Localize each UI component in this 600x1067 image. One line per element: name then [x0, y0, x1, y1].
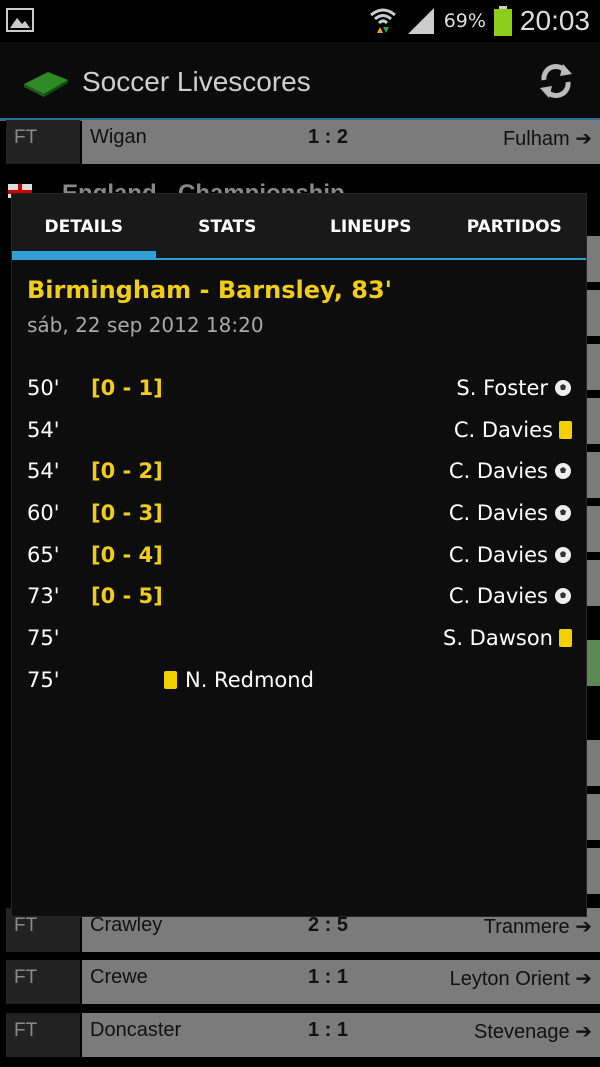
match-date: sáb, 22 sep 2012 18:20	[27, 313, 264, 337]
away-team: Fulham ➔	[502, 128, 592, 150]
event-row: 75' S. Dawson	[27, 626, 572, 660]
away-team: Leyton Orient ➔	[449, 968, 592, 990]
row-edge	[586, 344, 600, 390]
match-score: 1 : 1	[308, 1019, 349, 1041]
event-row: 50' [0 - 1] S. Foster	[27, 376, 572, 410]
event-minute: 65'	[27, 543, 60, 567]
row-edge	[586, 794, 600, 840]
event-row: 75' N. Redmond	[27, 668, 572, 702]
row-edge	[586, 398, 600, 444]
event-row: 65' [0 - 4] C. Davies	[27, 543, 572, 577]
match-row[interactable]: FT Doncaster 1 : 1 Stevenage ➔	[0, 1013, 600, 1057]
match-score: 2 : 5	[308, 914, 349, 936]
app-title: Soccer Livescores	[82, 66, 311, 97]
event-score: [0 - 1]	[91, 376, 163, 400]
goal-icon	[555, 588, 571, 604]
match-row[interactable]: FT Crewe 1 : 1 Leyton Orient ➔	[0, 960, 600, 1004]
away-team: Tranmere ➔	[483, 916, 592, 938]
clock: 20:03	[519, 5, 590, 36]
event-row: 54' [0 - 2] C. Davies	[27, 459, 572, 493]
event-score: [0 - 2]	[91, 459, 163, 483]
event-player: C. Davies	[448, 459, 548, 483]
soccer-field-icon	[24, 72, 68, 97]
battery-icon	[493, 6, 512, 36]
tab-divider	[12, 258, 586, 260]
goal-icon	[555, 547, 571, 563]
event-score: [0 - 3]	[91, 501, 163, 525]
signal-icon	[407, 8, 434, 34]
event-player: N. Redmond	[185, 668, 314, 692]
event-minute: 60'	[27, 501, 60, 525]
goal-icon	[555, 505, 571, 521]
home-team: Crawley	[90, 914, 163, 936]
event-player: C. Davies	[448, 501, 548, 525]
event-minute: 75'	[27, 668, 60, 692]
action-bar: Soccer Livescores	[0, 42, 600, 118]
arrow-right-icon: ➔	[575, 1021, 592, 1043]
event-player: C. Davies	[448, 543, 548, 567]
tab-lineups[interactable]: LINEUPS	[299, 194, 443, 258]
yellow-card-icon	[559, 421, 572, 439]
event-player: S. Dawson	[443, 626, 553, 650]
event-score: [0 - 4]	[91, 543, 163, 567]
event-player: C. Davies	[453, 418, 553, 442]
event-minute: 54'	[27, 418, 60, 442]
goal-icon	[555, 380, 571, 396]
match-title: Birmingham - Barnsley, 83'	[27, 276, 393, 304]
match-status: FT	[6, 120, 80, 164]
event-row: 54' C. Davies	[27, 418, 572, 452]
event-minute: 75'	[27, 626, 60, 650]
event-score: [0 - 5]	[91, 584, 163, 608]
match-details-dialog: DETAILS STATS LINEUPS PARTIDOS Birmingha…	[12, 194, 586, 916]
arrow-right-icon: ➔	[575, 968, 592, 990]
event-player: S. Foster	[456, 376, 548, 400]
tab-details[interactable]: DETAILS	[12, 194, 156, 258]
away-team: Stevenage ➔	[474, 1021, 592, 1043]
match-row[interactable]: FT Wigan 1 : 2 Fulham ➔	[0, 120, 600, 164]
event-minute: 50'	[27, 376, 60, 400]
row-edge	[586, 452, 600, 498]
row-edge	[586, 236, 600, 282]
yellow-card-icon	[164, 671, 177, 689]
image-notification-icon	[6, 8, 34, 32]
event-player: C. Davies	[448, 584, 548, 608]
arrow-right-icon: ➔	[575, 128, 592, 150]
wifi-icon	[369, 8, 396, 33]
match-status: FT	[6, 960, 80, 1004]
event-row: 73' [0 - 5] C. Davies	[27, 584, 572, 618]
home-team: Wigan	[90, 126, 147, 148]
tab-stats[interactable]: STATS	[156, 194, 300, 258]
match-score: 1 : 2	[308, 126, 349, 148]
yellow-card-icon	[559, 629, 572, 647]
row-edge	[586, 290, 600, 336]
match-status: FT	[6, 1013, 80, 1057]
row-edge	[586, 740, 600, 786]
battery-percent: 69%	[443, 10, 486, 32]
home-team: Doncaster	[90, 1019, 182, 1041]
arrow-right-icon: ➔	[575, 916, 592, 938]
home-team: Crewe	[90, 966, 148, 988]
refresh-icon[interactable]	[536, 60, 576, 102]
row-edge	[586, 640, 600, 686]
row-edge	[586, 560, 600, 606]
row-edge	[586, 506, 600, 552]
event-minute: 54'	[27, 459, 60, 483]
match-score: 1 : 1	[308, 966, 349, 988]
status-bar: 69% 20:03	[0, 0, 600, 42]
event-minute: 73'	[27, 584, 60, 608]
row-edge	[586, 848, 600, 894]
tab-bar: DETAILS STATS LINEUPS PARTIDOS	[12, 194, 586, 258]
goal-icon	[555, 463, 571, 479]
tab-partidos[interactable]: PARTIDOS	[443, 194, 587, 258]
event-row: 60' [0 - 3] C. Davies	[27, 501, 572, 535]
